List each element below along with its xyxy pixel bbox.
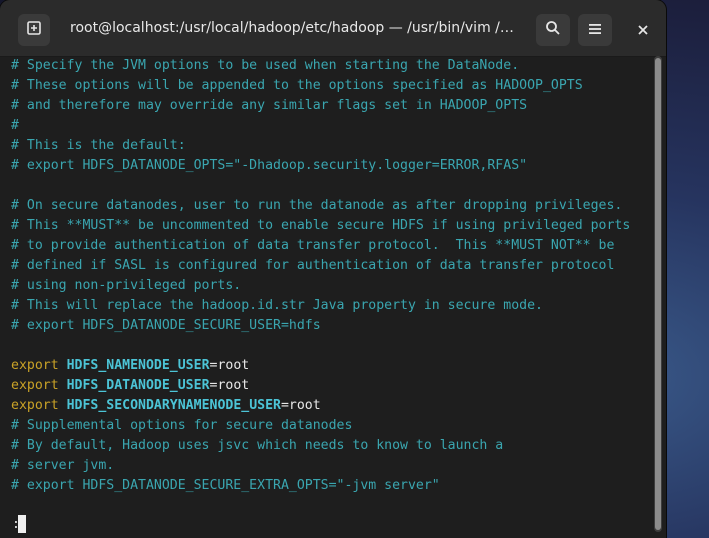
search-icon <box>545 20 561 40</box>
close-icon <box>637 21 649 40</box>
export-line: export HDFS_NAMENODE_USER=root <box>11 356 249 376</box>
variable-name: HDFS_SECONDARYNAMENODE_USER <box>66 398 281 413</box>
comment-line: # These options will be appended to the … <box>11 78 583 93</box>
comment-line: # On secure datanodes, user to run the d… <box>11 198 623 213</box>
terminal-window: root@localhost:/usr/local/hadoop/etc/had… <box>0 0 666 538</box>
variable-name: HDFS_DATANODE_USER <box>66 378 210 393</box>
variable-value: =root <box>280 398 321 413</box>
hamburger-menu-icon <box>588 21 602 40</box>
variable-name: HDFS_NAMENODE_USER <box>66 358 210 373</box>
comment-line: # This will replace the hadoop.id.str Ja… <box>11 298 543 313</box>
search-button[interactable] <box>536 14 570 46</box>
comment-line: # and therefore may override any similar… <box>11 98 528 113</box>
comment-line: # Specify the JVM options to be used whe… <box>11 58 520 73</box>
scrollbar-thumb[interactable] <box>655 58 661 530</box>
comment-line: # export HDFS_DATANODE_OPTS="-Dhadoop.se… <box>11 158 528 173</box>
export-keyword: export <box>11 378 59 393</box>
comment-line: # This **MUST** be uncommented to enable… <box>11 218 631 233</box>
comment-line: # This is the default: <box>11 138 186 153</box>
comment-line: # export HDFS_DATANODE_SECURE_EXTRA_OPTS… <box>11 478 440 493</box>
export-line: export HDFS_DATANODE_USER=root <box>11 376 249 396</box>
window-title: root@localhost:/usr/local/hadoop/etc/had… <box>70 20 514 36</box>
close-button[interactable] <box>626 14 660 46</box>
comment-line: # using non-privileged ports. <box>11 278 242 293</box>
comment-line: # <box>11 118 19 133</box>
variable-value: =root <box>209 378 250 393</box>
new-tab-icon <box>26 20 42 40</box>
menu-button[interactable] <box>578 14 612 46</box>
variable-value: =root <box>209 358 250 373</box>
comment-line: # Supplemental options for secure datano… <box>11 418 353 433</box>
comment-line: # export HDFS_DATANODE_SECURE_USER=hdfs <box>11 318 321 333</box>
export-keyword: export <box>11 398 59 413</box>
title-bar: root@localhost:/usr/local/hadoop/etc/had… <box>0 0 666 57</box>
new-tab-button[interactable] <box>18 14 50 46</box>
comment-line: # By default, Hadoop uses jsvc which nee… <box>11 438 504 453</box>
comment-line: # defined if SASL is configured for auth… <box>11 258 615 273</box>
comment-line: # to provide authentication of data tran… <box>11 238 615 253</box>
text-cursor <box>18 515 26 533</box>
export-line: export HDFS_SECONDARYNAMENODE_USER=root <box>11 396 321 416</box>
comment-line: # server jvm. <box>11 458 115 473</box>
export-keyword: export <box>11 358 59 373</box>
